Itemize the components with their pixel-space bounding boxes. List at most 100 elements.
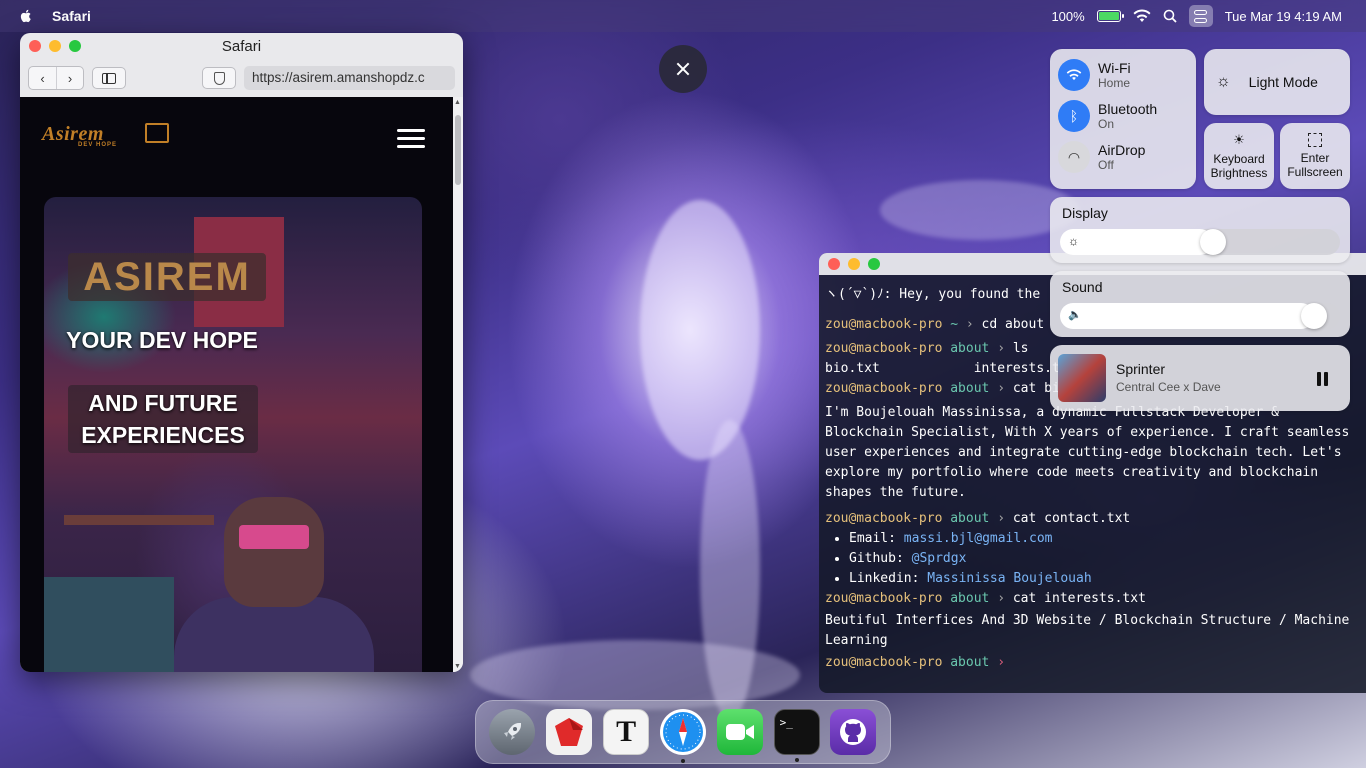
album-art [1058,354,1106,402]
sidebar-icon [102,72,116,84]
menu-bar: Safari 100% Tue Mar 19 4:19 AM [0,0,1366,32]
safari-window: Safari ‹ › https://asirem.amanshopdz.c A… [20,33,463,672]
privacy-report-button[interactable] [202,67,236,89]
interests-output: Beutiful Interfices And 3D Website / Blo… [825,613,1358,648]
track-artist: Central Cee x Dave [1116,380,1221,394]
battery-icon[interactable] [1096,10,1124,22]
airdrop-icon: ◠ [1058,141,1090,173]
terminal-prompt-current[interactable]: zou@macbook-pro about › [825,653,1360,673]
address-bar[interactable]: https://asirem.amanshopdz.c [244,66,455,90]
site-logo[interactable]: Asirem DEV HOPE [42,123,172,157]
apple-logo-icon[interactable] [18,8,34,24]
running-indicator [680,759,685,763]
chevron-left-icon: ‹ [40,70,45,86]
hero-subtagline: AND FUTURE EXPERIENCES [68,385,258,453]
sound-label: Sound [1062,279,1103,295]
dock-launchpad[interactable] [489,709,536,755]
github-link[interactable]: @Sprdgx [912,551,967,566]
scrollbar-thumb[interactable] [455,115,461,185]
video-call-icon [725,724,754,740]
hamburger-menu-icon[interactable] [397,129,425,148]
contact-email: Email: massi.bjl@gmail.com [849,529,1360,549]
wifi-icon[interactable] [1133,9,1151,23]
dock: T >_ [475,700,891,764]
volume-slider[interactable]: 🔈 [1060,303,1340,329]
dock-text-editor[interactable]: T [603,709,650,755]
bio-output: I'm Boujelouah Massinissa, a dynamic Ful… [825,405,1358,500]
brightness-icon: ☼ [1068,234,1079,248]
display-slider-fill [1060,229,1213,255]
speaker-icon: 🔈 [1068,309,1082,321]
scroll-up-icon[interactable]: ▲ [454,99,461,106]
wifi-icon [1058,59,1090,91]
keyboard-brightness-tile[interactable]: ☀ Keyboard Brightness [1204,123,1274,189]
terminal-icon: >_ [779,716,793,729]
close-window-button[interactable] [29,40,41,52]
wifi-label: Wi-Fi [1098,60,1131,76]
zoom-window-button[interactable] [69,40,81,52]
now-playing-tile[interactable]: Sprinter Central Cee x Dave [1050,345,1350,411]
bluetooth-toggle[interactable]: ᛒ Bluetooth On [1058,100,1157,132]
vr-visor-icon [239,525,309,549]
close-window-button[interactable] [828,258,840,270]
email-link[interactable]: massi.bjl@gmail.com [904,531,1053,546]
spotlight-search-icon[interactable] [1163,9,1177,23]
wifi-toggle[interactable]: Wi-Fi Home [1058,59,1131,91]
text-t-icon: T [616,715,637,748]
control-center-icon[interactable] [1188,5,1213,27]
safari-toolbar: ‹ › https://asirem.amanshopdz.c [20,59,463,97]
airdrop-status: Off [1098,158,1114,172]
bluetooth-status: On [1098,117,1115,131]
page-scrollbar[interactable]: ▲ ▼ [453,97,463,672]
pause-icon[interactable] [1317,372,1328,386]
terminal-prompt: zou@macbook-pro about › cat interests.tx… [825,591,1146,606]
compass-icon [662,712,703,752]
forward-button[interactable]: › [56,67,83,89]
dock-github[interactable] [830,709,877,755]
scroll-down-icon[interactable]: ▼ [454,663,461,670]
display-tile: Display ☼ [1050,197,1350,263]
zoom-window-button[interactable] [868,258,880,270]
airdrop-toggle[interactable]: ◠ AirDrop Off [1058,141,1145,173]
bluetooth-label: Bluetooth [1098,101,1158,117]
contact-list: Email: massi.bjl@gmail.com Github: @Sprd… [825,529,1360,589]
display-slider-knob[interactable] [1200,229,1226,255]
airdrop-label: AirDrop [1098,142,1146,158]
display-brightness-slider[interactable]: ☼ [1060,229,1340,255]
display-label: Display [1062,205,1108,221]
dock-facetime[interactable] [716,709,763,755]
running-indicator [794,758,799,762]
terminal-prompt: zou@macbook-pro about › cat contact.txt [825,511,1131,526]
pixel-art-desk [44,577,174,672]
back-button[interactable]: ‹ [29,67,56,89]
hero-title: ASIREM [68,253,266,301]
bluetooth-icon: ᛒ [1058,100,1090,132]
active-app-name[interactable]: Safari [52,8,91,24]
safari-titlebar[interactable]: Safari [20,33,463,59]
menubar-clock[interactable]: Tue Mar 19 4:19 AM [1225,9,1342,24]
pixel-art-shelf [64,515,214,525]
wallpaper-streak [640,200,760,460]
monitor-icon [145,123,169,143]
fullscreen-icon [1308,133,1322,147]
minimize-window-button[interactable] [49,40,61,52]
sidebar-toggle-button[interactable] [92,67,126,89]
web-page: Asirem DEV HOPE ASIREM YOUR DEV HOPE AND… [20,97,453,672]
close-overlay-button[interactable] [659,45,707,93]
dock-terminal[interactable]: >_ [773,709,820,762]
pixel-art-person-head [224,497,324,607]
track-title: Sprinter [1116,361,1166,377]
contact-github: Github: @Sprdgx [849,549,1360,569]
keyboard-brightness-label: Keyboard Brightness [1210,152,1268,180]
dock-safari[interactable] [659,709,706,763]
fullscreen-tile[interactable]: Enter Fullscreen [1280,123,1350,189]
light-mode-tile[interactable]: ☼ Light Mode [1204,49,1350,115]
github-icon [840,719,867,745]
linkedin-link[interactable]: Massinissa Boujelouah [927,571,1091,586]
volume-slider-knob[interactable] [1301,303,1327,329]
fullscreen-label: Enter Fullscreen [1287,151,1343,179]
red-app-icon [555,718,584,746]
dock-red-app[interactable] [546,709,593,755]
minimize-window-button[interactable] [848,258,860,270]
shield-icon [213,71,225,85]
